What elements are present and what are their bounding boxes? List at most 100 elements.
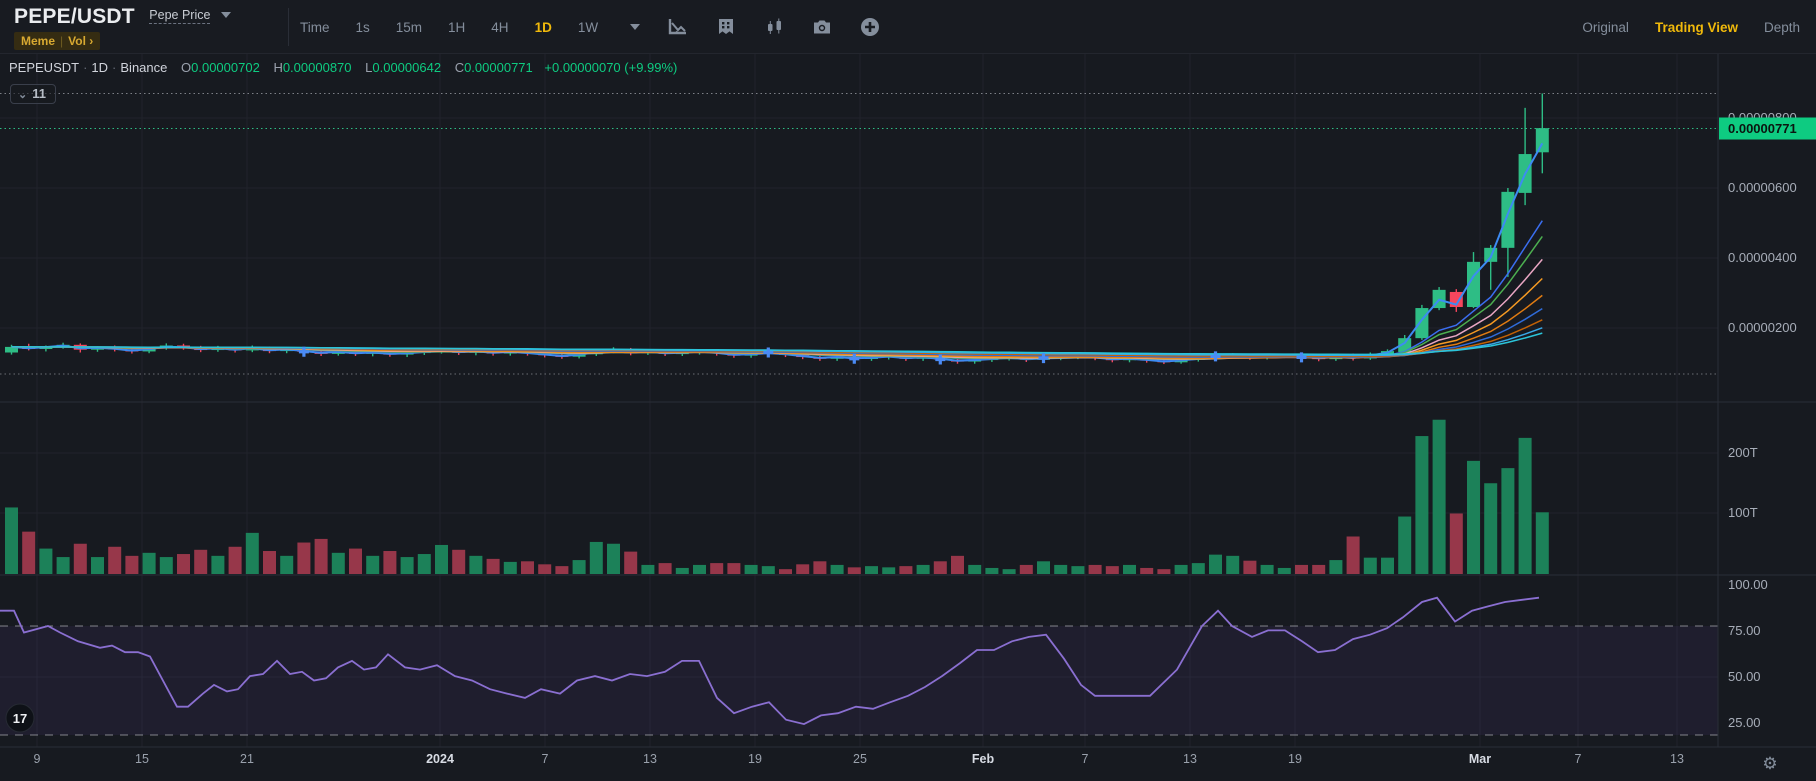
volume-axis-label[interactable]: 100T [1728, 505, 1758, 520]
pair-subtitle[interactable]: Pepe Price [149, 8, 211, 24]
tab-1d-active[interactable]: 1D [535, 20, 552, 35]
date-axis-label[interactable]: 25 [853, 752, 867, 766]
category-tags[interactable]: Meme | Vol › [14, 32, 101, 50]
volume-bar [125, 555, 139, 574]
indicators-icon[interactable] [716, 17, 736, 37]
date-axis-label[interactable]: 2024 [426, 752, 454, 766]
date-axis-label[interactable]: 21 [240, 752, 254, 766]
rsi-axis-label[interactable]: 50.00 [1728, 669, 1761, 684]
header-divider [288, 8, 289, 46]
tab-trading-view-active[interactable]: Trading View [1655, 20, 1738, 35]
line-chart-style-icon[interactable] [668, 17, 688, 37]
volume-bar [624, 551, 638, 574]
volume-bar [1295, 564, 1308, 574]
indicator-count: 11 [32, 86, 46, 101]
volume-bar [916, 564, 930, 574]
date-axis-label[interactable]: 19 [748, 752, 762, 766]
pair-price-dropdown[interactable]: Pepe Price [149, 6, 231, 24]
open-value: 0.00000702 [191, 60, 260, 75]
camera-icon[interactable] [812, 17, 832, 37]
chart-toolbar [668, 0, 880, 54]
pair-title: PEPE/USDT [14, 5, 135, 28]
tag-meme[interactable]: Meme [21, 34, 55, 48]
volume-bar [985, 567, 999, 574]
volume-bar [280, 555, 294, 574]
volume-bar [177, 554, 190, 574]
volume-bar [366, 555, 380, 574]
symbol-label: PEPEUSDT [9, 60, 80, 75]
date-axis-label[interactable]: 15 [135, 752, 149, 766]
volume-bar [1054, 564, 1068, 574]
volume-bar [1277, 567, 1291, 574]
price-axis-label[interactable]: 0.00000400 [1728, 250, 1797, 265]
timeframe-more-chevron-icon[interactable] [630, 24, 641, 30]
settings-gear-icon[interactable]: ⚙ [1762, 754, 1777, 773]
ma-line [11, 235, 1543, 361]
compare-candles-icon[interactable] [764, 17, 784, 37]
volume-bar [1363, 557, 1377, 574]
rsi-axis-label[interactable]: 75.00 [1728, 623, 1761, 638]
date-axis-label[interactable]: 7 [1575, 752, 1582, 766]
ma-line [11, 277, 1543, 360]
ma-line [11, 220, 1543, 361]
volume-bar [538, 564, 552, 574]
tab-1h[interactable]: 1H [448, 20, 465, 35]
indicator-legend-toggle-button[interactable]: ⌄ 11 [10, 84, 56, 104]
chart-svg[interactable]: 0.000008000.000006000.000004000.00000200… [0, 54, 1816, 781]
volume-bar [56, 557, 70, 574]
volume-bar [607, 543, 620, 574]
volume-bar [899, 566, 913, 574]
date-axis-label[interactable]: 9 [34, 752, 41, 766]
tag-vol-link[interactable]: Vol › [68, 34, 93, 48]
volume-bar [951, 555, 964, 574]
rsi-axis-label[interactable]: 100.00 [1728, 577, 1768, 592]
volume-bar [1346, 536, 1360, 574]
price-axis-label[interactable]: 0.00000600 [1728, 180, 1797, 195]
date-axis-label[interactable]: 13 [1183, 752, 1197, 766]
volume-bar [1467, 460, 1480, 574]
volume-bar [1243, 560, 1257, 574]
date-axis-label[interactable]: 7 [542, 752, 549, 766]
volume-bar [1398, 516, 1412, 574]
date-axis-label[interactable]: 13 [1670, 752, 1684, 766]
date-axis-label[interactable]: Mar [1469, 752, 1491, 766]
volume-bar [108, 546, 122, 574]
tab-1s[interactable]: 1s [356, 20, 370, 35]
volume-bar [314, 538, 328, 574]
volume-bar [1174, 564, 1188, 574]
volume-bar [91, 557, 104, 574]
date-axis-label[interactable]: 7 [1082, 752, 1089, 766]
volume-bar [22, 531, 36, 574]
volume-bar [521, 561, 534, 574]
volume-bar [383, 551, 397, 574]
price-axis-label[interactable]: 0.00000200 [1728, 320, 1797, 335]
volume-bar [435, 544, 448, 574]
add-plus-circle-icon[interactable] [860, 17, 880, 37]
tab-1w[interactable]: 1W [578, 20, 598, 35]
low-value: 0.00000642 [372, 60, 442, 75]
tab-15m[interactable]: 15m [396, 20, 422, 35]
tab-time[interactable]: Time [300, 20, 330, 35]
volume-bar [1071, 566, 1085, 574]
high-value: 0.00000870 [282, 60, 352, 75]
volume-bar [245, 532, 259, 574]
chevron-down-icon [220, 12, 231, 18]
tab-4h[interactable]: 4H [491, 20, 508, 35]
date-axis-label[interactable]: 13 [643, 752, 657, 766]
volume-axis-label[interactable]: 200T [1728, 445, 1758, 460]
date-axis-label[interactable]: 19 [1288, 752, 1302, 766]
tab-depth[interactable]: Depth [1764, 20, 1800, 35]
volume-bar [452, 549, 466, 574]
volume-bar [727, 563, 741, 574]
volume-bar [796, 564, 810, 574]
volume-bar [349, 548, 362, 574]
chart-canvas[interactable]: 0.000008000.000006000.000004000.00000200… [0, 54, 1816, 781]
tab-original[interactable]: Original [1582, 20, 1629, 35]
date-axis-label[interactable]: Feb [972, 752, 995, 766]
ma-line [11, 294, 1543, 359]
ma-line [11, 327, 1543, 357]
rsi-axis-label[interactable]: 25.00 [1728, 715, 1761, 730]
chevron-down-icon: ⌄ [18, 89, 28, 101]
volume-bar [159, 557, 173, 574]
volume-bar [693, 564, 706, 574]
